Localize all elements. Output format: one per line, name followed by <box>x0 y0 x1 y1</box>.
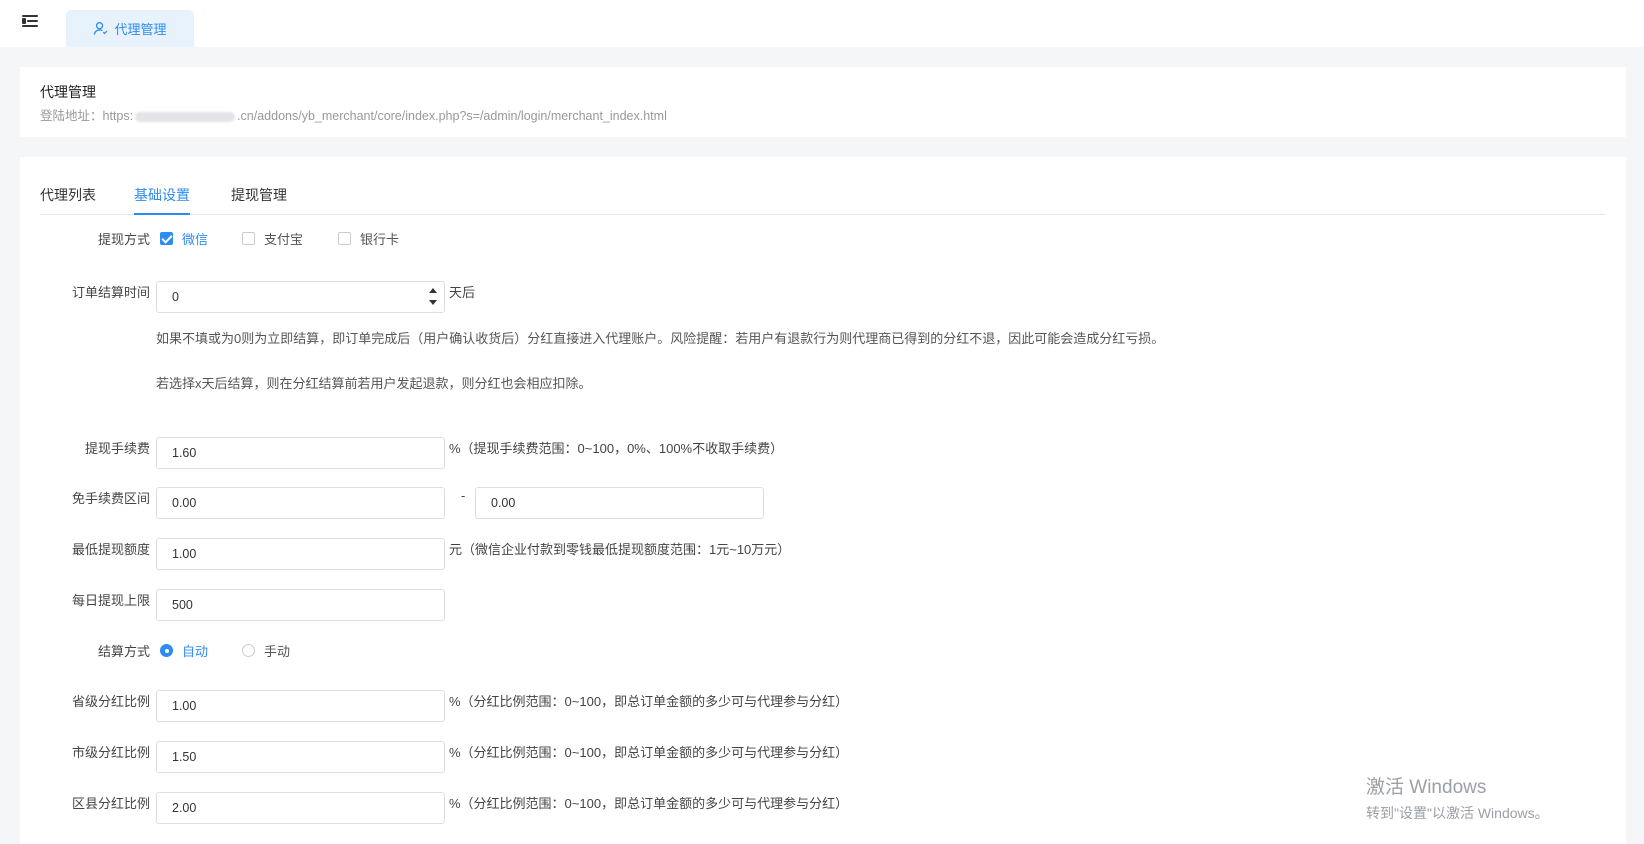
checkbox-label: 支付宝 <box>264 232 304 247</box>
checkbox-label: 微信 <box>182 232 209 247</box>
checkbox-icon <box>338 232 351 245</box>
city-ratio-input[interactable]: 1.50 <box>156 741 445 773</box>
tab-agent-management[interactable]: 代理管理 <box>66 10 194 47</box>
number-spinner <box>422 282 444 312</box>
tab-basic-settings[interactable]: 基础设置 <box>134 185 190 215</box>
tab-label: 代理管理 <box>114 22 167 37</box>
free-range-max-input[interactable]: 0.00 <box>475 487 764 519</box>
fee-suffix: %（提现手续费范围：0~100，0%、100%不收取手续费） <box>449 441 784 456</box>
min-withdraw-label: 最低提现额度 <box>71 542 150 557</box>
settle-time-value: 0 <box>172 290 179 304</box>
settle-time-label: 订单结算时间 <box>71 285 150 300</box>
daily-limit-input[interactable]: 500 <box>156 589 445 621</box>
checkbox-icon <box>242 232 255 245</box>
watermark-line-2: 转到"设置"以激活 Windows。 <box>1366 805 1549 821</box>
checkbox-label: 银行卡 <box>360 232 400 247</box>
county-ratio-suffix: %（分红比例范围：0~100，即总订单金额的多少可与代理参与分红） <box>449 796 849 811</box>
province-ratio-label: 省级分红比例 <box>71 694 150 709</box>
checkbox-alipay[interactable]: 支付宝 <box>242 229 303 248</box>
county-ratio-input[interactable]: 2.00 <box>156 792 445 824</box>
settle-time-note-2: 若选择x天后结算，则在分红结算前若用户发起退款，则分红也会相应扣除。 <box>156 376 592 391</box>
province-ratio-suffix: %（分红比例范围：0~100，即总订单金额的多少可与代理参与分红） <box>449 694 849 709</box>
checkbox-checked-icon <box>160 232 173 245</box>
page-title: 代理管理 <box>40 84 96 100</box>
spin-up-icon[interactable] <box>429 288 437 293</box>
city-ratio-suffix: %（分红比例范围：0~100，即总订单金额的多少可与代理参与分红） <box>449 745 849 760</box>
min-withdraw-suffix: 元（微信企业付款到零钱最低提现额度范围：1元~10万元） <box>449 542 791 557</box>
settings-tabs: 代理列表 基础设置 提现管理 <box>40 185 1606 215</box>
tab-agent-list[interactable]: 代理列表 <box>40 185 96 215</box>
settle-time-input[interactable]: 0 <box>156 281 445 313</box>
radio-icon <box>242 644 255 657</box>
login-url-suffix: .cn/addons/yb_merchant/core/index.php?s=… <box>237 109 667 123</box>
user-icon <box>94 22 108 35</box>
radio-manual[interactable]: 手动 <box>242 641 290 660</box>
info-card: 代理管理 登陆地址：https: .cn/addons/yb_merchant/c… <box>20 67 1626 137</box>
settle-time-suffix: 天后 <box>449 285 476 300</box>
checkbox-bank-card[interactable]: 银行卡 <box>338 229 399 248</box>
windows-activation-watermark: 激活 Windows 转到"设置"以激活 Windows。 <box>1366 772 1549 823</box>
top-bar: 代理管理 <box>0 0 1644 47</box>
province-ratio-input[interactable]: 1.00 <box>156 690 445 722</box>
free-range-separator: - <box>461 488 466 503</box>
settings-card: 代理列表 基础设置 提现管理 提现方式 微信 支付宝 银行卡 订单结算时间 0 … <box>20 157 1626 844</box>
menu-toggle-icon[interactable] <box>22 14 40 30</box>
settle-mode-label: 结算方式 <box>97 644 150 659</box>
county-ratio-label: 区县分红比例 <box>71 796 150 811</box>
withdraw-method-label: 提现方式 <box>97 232 150 247</box>
city-ratio-label: 市级分红比例 <box>71 745 150 760</box>
radio-label: 手动 <box>264 644 291 659</box>
login-url: 登陆地址：https: .cn/addons/yb_merchant/core/i… <box>40 105 667 124</box>
tab-withdraw-management[interactable]: 提现管理 <box>231 185 287 215</box>
free-range-label: 免手续费区间 <box>71 491 150 506</box>
daily-limit-label: 每日提现上限 <box>71 593 150 608</box>
radio-label: 自动 <box>182 644 209 659</box>
free-range-min-input[interactable]: 0.00 <box>156 487 445 519</box>
checkbox-wechat[interactable]: 微信 <box>160 229 208 248</box>
fee-input[interactable]: 1.60 <box>156 437 445 469</box>
redacted-domain <box>135 111 236 122</box>
min-withdraw-input[interactable]: 1.00 <box>156 538 445 570</box>
radio-auto[interactable]: 自动 <box>160 641 208 660</box>
watermark-line-1: 激活 Windows <box>1366 777 1487 798</box>
spin-down-icon[interactable] <box>429 300 437 305</box>
settle-time-note-1: 如果不填或为0则为立即结算，即订单完成后（用户确认收货后）分红直接进入代理账户。… <box>156 331 1165 346</box>
login-url-prefix: 登陆地址：https: <box>40 109 134 123</box>
fee-label: 提现手续费 <box>84 441 150 456</box>
radio-checked-icon <box>160 644 173 657</box>
